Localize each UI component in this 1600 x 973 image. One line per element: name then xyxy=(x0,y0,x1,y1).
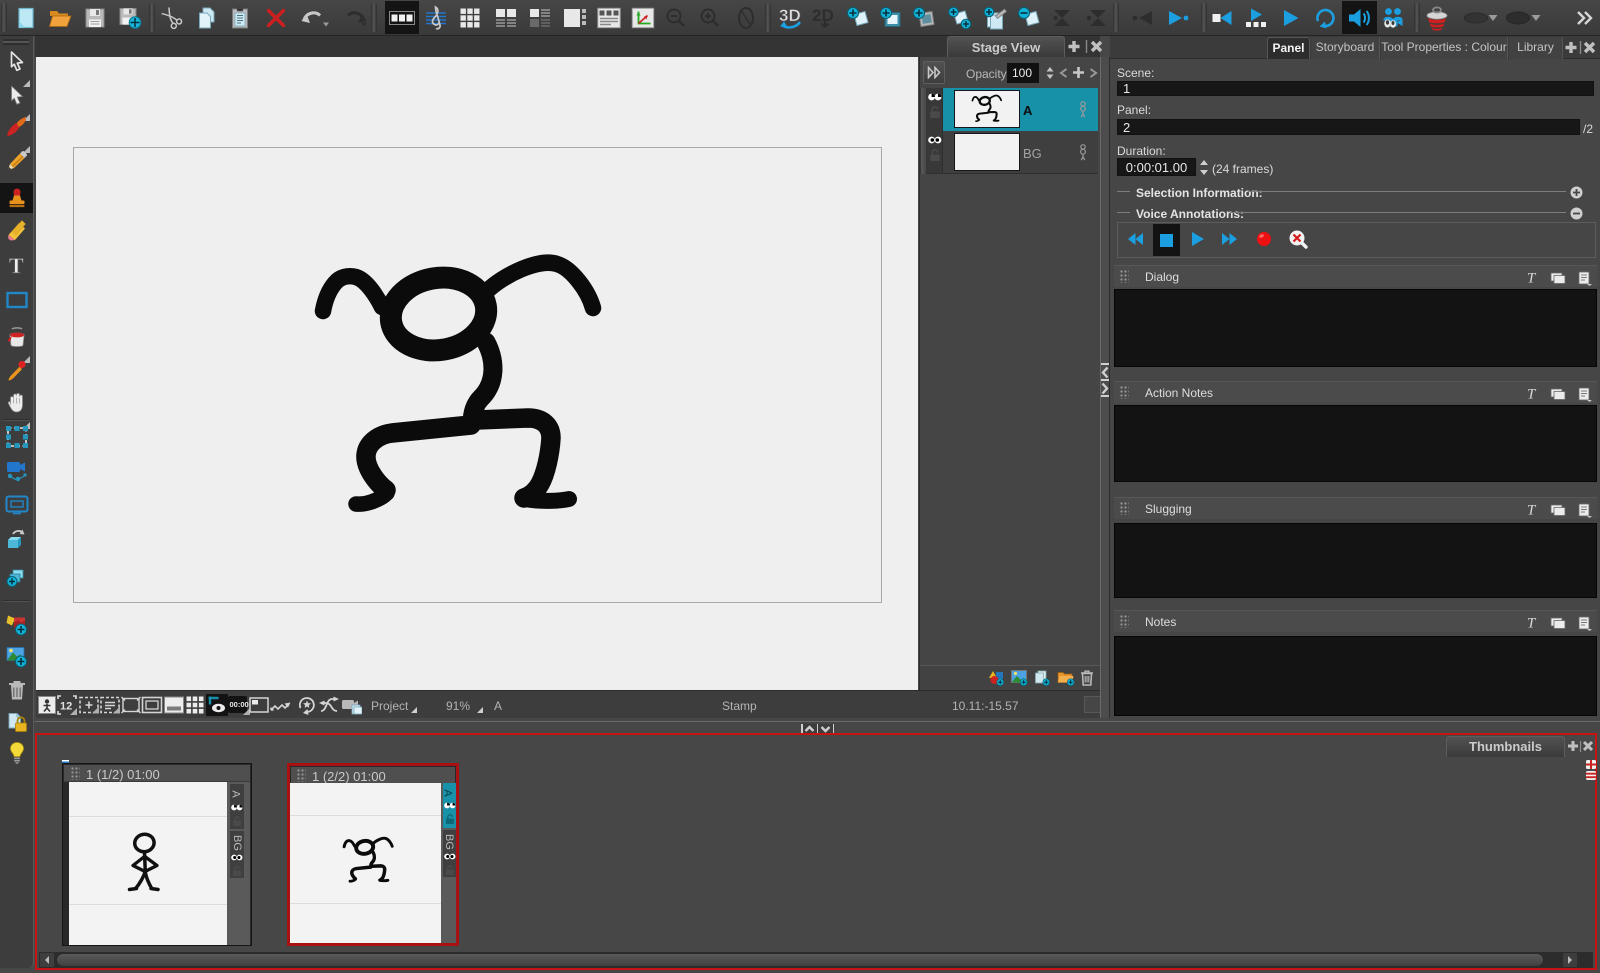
svg-text:3D: 3D xyxy=(779,6,801,25)
svg-text:T: T xyxy=(1527,616,1537,632)
svg-text:12: 12 xyxy=(60,700,72,712)
svg-text:T: T xyxy=(9,255,24,277)
svg-text:T: T xyxy=(1527,503,1537,519)
svg-text:2D: 2D xyxy=(812,6,834,25)
svg-text:T: T xyxy=(1527,387,1537,403)
svg-text:T: T xyxy=(1527,271,1537,287)
